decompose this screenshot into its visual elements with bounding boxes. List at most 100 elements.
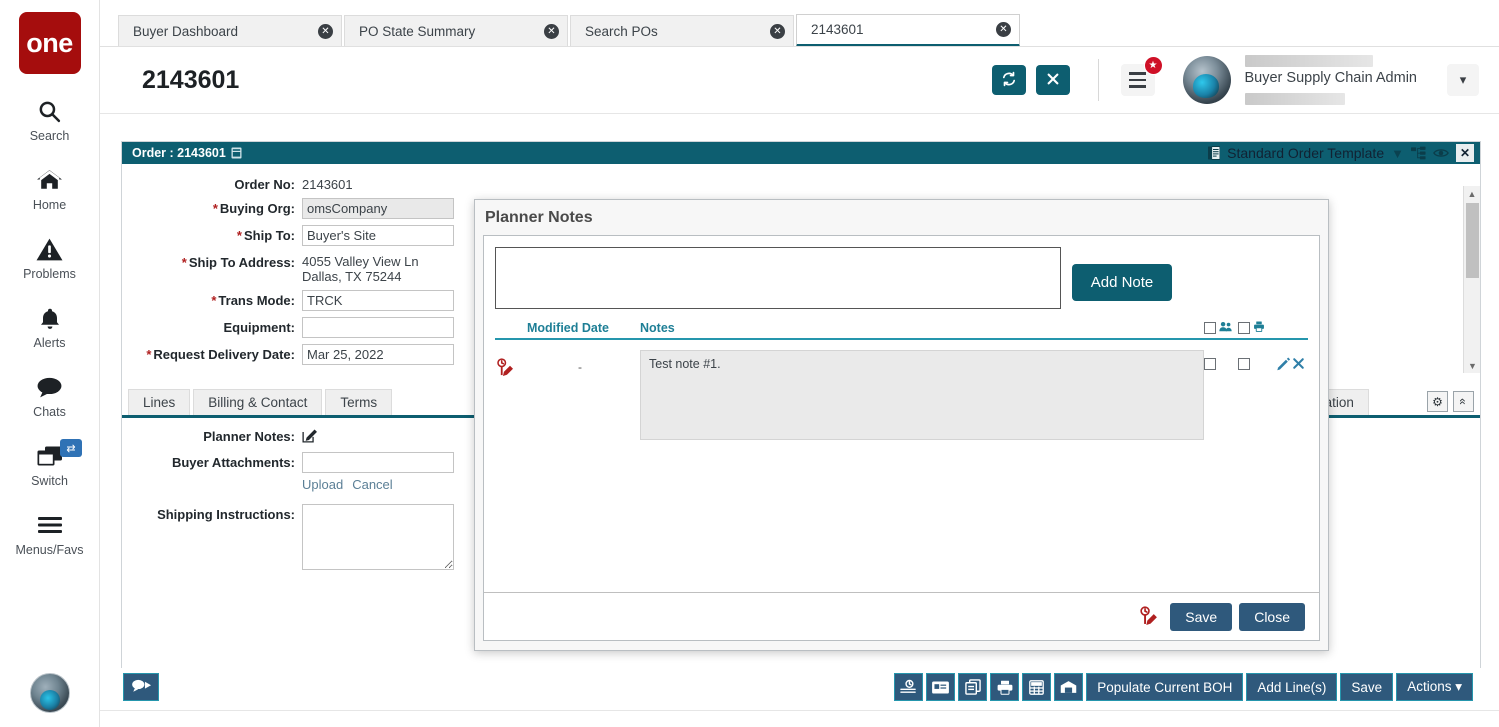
- eye-icon[interactable]: [1433, 147, 1449, 159]
- field-label: * Trans Mode:: [211, 293, 295, 308]
- request-delivery-date-input[interactable]: [302, 344, 454, 365]
- header-divider: [1097, 59, 1099, 101]
- sidebar-item-label: Alerts: [33, 336, 66, 350]
- redacted-user-name: [1244, 55, 1373, 67]
- tab-close-icon[interactable]: ✕: [544, 24, 559, 39]
- bottom-toolbar-actions: Populate Current BOH Add Line(s) Save Ac…: [894, 673, 1481, 701]
- calculator-icon[interactable]: [1022, 673, 1052, 701]
- tab-close-icon[interactable]: ✕: [996, 22, 1011, 37]
- refresh-icon: [1001, 71, 1017, 90]
- app-logo[interactable]: one: [18, 12, 81, 74]
- modal-close-button[interactable]: Close: [1239, 602, 1305, 631]
- save-button[interactable]: Save: [1340, 673, 1394, 701]
- buying-org-input[interactable]: [302, 198, 454, 219]
- switch-toggle-badge[interactable]: ⇄: [60, 439, 82, 457]
- note-input[interactable]: [495, 247, 1061, 309]
- workspace-tab-po-state-summary[interactable]: PO State Summary ✕: [344, 15, 568, 47]
- user-role-label: Buyer Supply Chain Admin: [1244, 70, 1418, 86]
- order-tabs-actions: ⚙ «: [1427, 391, 1480, 415]
- actions-dropdown-button[interactable]: Actions ▾: [1396, 673, 1473, 701]
- chat-send-button[interactable]: [123, 673, 159, 701]
- share-people-icon: [1219, 321, 1232, 335]
- sidebar-item-search[interactable]: Search: [0, 96, 99, 143]
- print-select-all-checkbox[interactable]: [1238, 322, 1250, 334]
- chevron-down-icon: ▾: [1459, 72, 1467, 87]
- order-panel-titlebar: Order : 2143601 Standard Order Template …: [122, 142, 1480, 164]
- hamburger-icon: [36, 510, 64, 540]
- settings-gear-icon[interactable]: ⚙: [1427, 391, 1448, 412]
- header-actions: ★ Buyer Supply Chain Admin ▾: [982, 55, 1499, 105]
- add-lines-button[interactable]: Add Line(s): [1246, 673, 1338, 701]
- document-icon[interactable]: [231, 147, 242, 159]
- trans-mode-input[interactable]: [302, 290, 454, 311]
- shipping-instructions-textarea[interactable]: [302, 504, 454, 570]
- left-nav-rail: one Search Home Problems Alerts Chats ⇄ …: [0, 0, 100, 727]
- modal-footer: Save Close: [484, 592, 1319, 640]
- workspace-tab-search-pos[interactable]: Search POs ✕: [570, 15, 794, 47]
- audit-search-icon[interactable]: [894, 673, 924, 701]
- order-panel-scrollbar[interactable]: ▲ ▼: [1463, 186, 1480, 373]
- note-stamp-icon[interactable]: [495, 358, 517, 380]
- refresh-button[interactable]: [991, 65, 1026, 95]
- buyer-attachments-input[interactable]: [302, 452, 454, 473]
- tab-close-icon[interactable]: ✕: [770, 24, 785, 39]
- user-info: Buyer Supply Chain Admin: [1244, 55, 1418, 105]
- note-stamp-icon[interactable]: [1138, 605, 1160, 628]
- add-note-button[interactable]: Add Note: [1072, 264, 1172, 301]
- sidebar-item-chats[interactable]: Chats: [0, 372, 99, 419]
- edit-pencil-icon[interactable]: [1276, 356, 1291, 374]
- row-share-checkbox[interactable]: [1204, 358, 1216, 370]
- workspace-tab-2143601[interactable]: 2143601 ✕: [796, 14, 1020, 47]
- notifications-menu-button[interactable]: ★: [1120, 56, 1163, 96]
- field-label: Buyer Attachments:: [171, 455, 295, 470]
- order-panel-title: Order : 2143601: [132, 146, 226, 160]
- tab-terms[interactable]: Terms: [325, 389, 393, 415]
- row-print-checkbox[interactable]: [1238, 358, 1250, 370]
- sidebar-item-alerts[interactable]: Alerts: [0, 303, 99, 350]
- chevron-down-icon[interactable]: ▼: [1391, 146, 1404, 161]
- sidebar-item-label: Chats: [33, 405, 66, 419]
- close-page-button[interactable]: [1035, 65, 1070, 95]
- tab-close-icon[interactable]: ✕: [318, 24, 333, 39]
- page-header: 2143601 ★ Buyer Supply Chain Admin ▾: [100, 47, 1499, 114]
- sidebar-item-home[interactable]: Home: [0, 165, 99, 212]
- upload-link[interactable]: Upload: [302, 477, 343, 492]
- avatar[interactable]: [1182, 56, 1231, 104]
- tab-billing-contact[interactable]: Billing & Contact: [193, 389, 323, 415]
- sidebar-item-label: Home: [32, 198, 67, 212]
- workspace-tab-buyer-dashboard[interactable]: Buyer Dashboard ✕: [118, 15, 342, 47]
- modal-save-button[interactable]: Save: [1170, 602, 1233, 631]
- cancel-upload-link[interactable]: Cancel: [352, 477, 392, 492]
- user-menu-caret-button[interactable]: ▾: [1447, 64, 1479, 96]
- order-panel-close-icon[interactable]: ✕: [1456, 144, 1474, 162]
- tab-lines[interactable]: Lines: [128, 389, 191, 415]
- sidebar-item-switch[interactable]: ⇄ Switch: [0, 439, 99, 488]
- copy-order-icon[interactable]: [958, 673, 988, 701]
- scroll-down-arrow-icon[interactable]: ▼: [1464, 358, 1480, 373]
- rail-avatar[interactable]: [29, 673, 70, 713]
- delete-x-icon[interactable]: [1292, 357, 1305, 373]
- print-icon[interactable]: [990, 673, 1020, 701]
- share-select-all-checkbox[interactable]: [1204, 322, 1216, 334]
- bottom-divider: [100, 710, 1499, 711]
- warehouse-icon[interactable]: [1054, 673, 1084, 701]
- order-template-name[interactable]: Standard Order Template: [1227, 145, 1384, 161]
- equipment-input[interactable]: [302, 317, 454, 338]
- sidebar-item-problems[interactable]: Problems: [0, 234, 99, 281]
- modal-header: Planner Notes: [475, 200, 1328, 235]
- sidebar-item-menus-favs[interactable]: Menus/Favs: [0, 510, 99, 557]
- collapse-up-icon[interactable]: «: [1453, 391, 1474, 412]
- populate-current-boh-button[interactable]: Populate Current BOH: [1086, 673, 1244, 701]
- ship-to-address-value: 4055 Valley View Ln Dallas, TX 75244: [302, 254, 419, 284]
- chat-bubble-icon: [36, 372, 63, 402]
- card-view-icon[interactable]: [926, 673, 956, 701]
- ship-to-input[interactable]: [302, 225, 454, 246]
- field-label: Planner Notes:: [203, 429, 295, 444]
- scroll-up-arrow-icon[interactable]: ▲: [1464, 186, 1480, 201]
- browser-tab-strip: Buyer Dashboard ✕ PO State Summary ✕ Sea…: [118, 14, 1022, 47]
- edit-pencil-icon[interactable]: [302, 426, 317, 446]
- scrollbar-thumb[interactable]: [1466, 203, 1479, 278]
- field-label: * Ship To:: [236, 228, 295, 243]
- notes-table-header: Modified Date Notes: [495, 318, 1308, 340]
- sitemap-icon[interactable]: [1411, 146, 1426, 160]
